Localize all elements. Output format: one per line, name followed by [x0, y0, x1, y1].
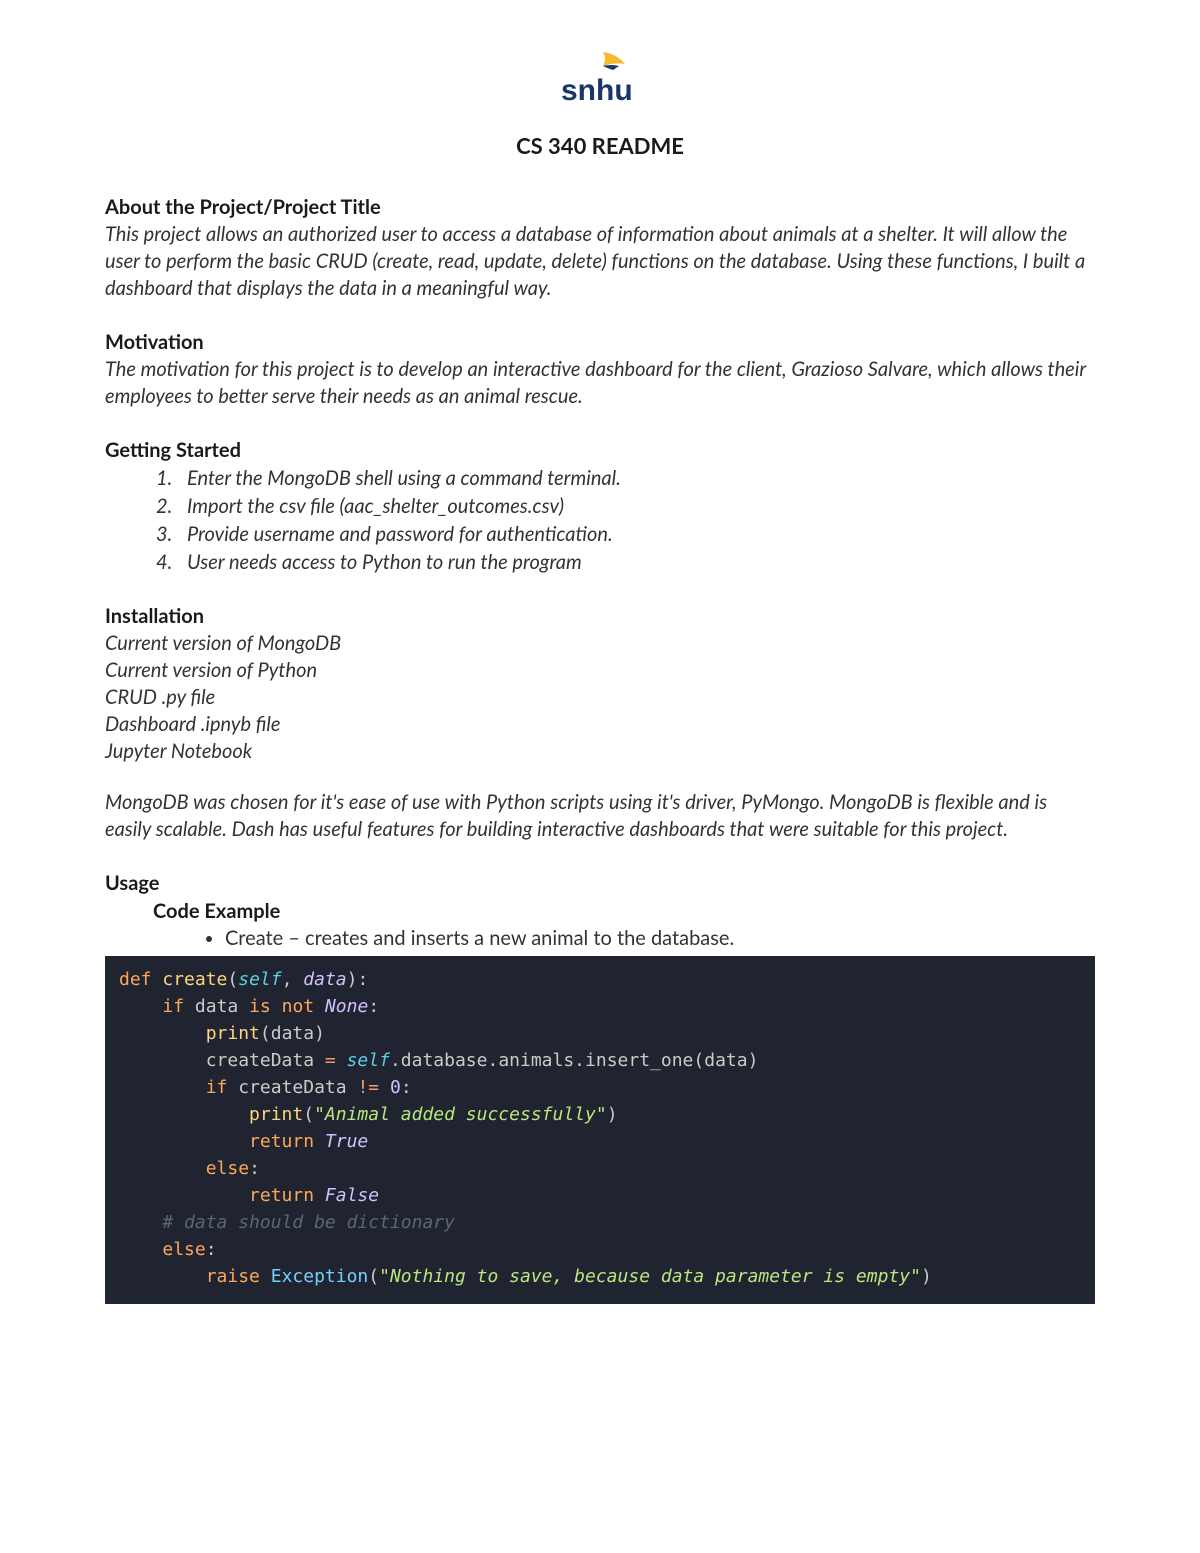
- code-token: is not: [249, 996, 314, 1017]
- code-token: Exception: [260, 1266, 368, 1287]
- code-token: data: [195, 996, 238, 1017]
- svg-text:snhu: snhu: [561, 74, 633, 107]
- motivation-heading: Motivation: [105, 330, 1095, 354]
- usage-bullets: Create – creates and inserts a new anima…: [105, 925, 1095, 952]
- code-token: self: [238, 969, 281, 990]
- list-item: Provide username and password for authen…: [177, 520, 1095, 548]
- code-token: if: [206, 1077, 228, 1098]
- list-item: Jupyter Notebook: [105, 738, 1095, 765]
- code-token: ): [748, 1050, 759, 1071]
- installation-heading: Installation: [105, 604, 1095, 628]
- code-token: .database.animals.insert_one(: [390, 1050, 704, 1071]
- code-token: else: [206, 1158, 249, 1179]
- code-token: !=: [357, 1077, 379, 1098]
- code-token: def: [119, 969, 152, 990]
- list-item: Current version of MongoDB: [105, 630, 1095, 657]
- list-item: CRUD .py file: [105, 684, 1095, 711]
- code-token: raise: [206, 1266, 260, 1287]
- usage-heading: Usage: [105, 871, 1095, 895]
- code-token: ): [921, 1266, 932, 1287]
- code-token: self: [347, 1050, 390, 1071]
- code-token: 0: [390, 1077, 401, 1098]
- about-heading: About the Project/Project Title: [105, 195, 1095, 219]
- code-token: (: [368, 1266, 379, 1287]
- code-token: data: [271, 1023, 314, 1044]
- code-token: data: [704, 1050, 747, 1071]
- code-token: ): [607, 1104, 618, 1125]
- list-item: Import the csv file (aac_shelter_outcome…: [177, 492, 1095, 520]
- code-token: (: [303, 1104, 314, 1125]
- code-token: "Animal added successfully": [314, 1104, 607, 1125]
- code-token: createData: [227, 1077, 357, 1098]
- getting-started-heading: Getting Started: [105, 438, 1095, 462]
- code-token: ): [314, 1023, 325, 1044]
- code-token: else: [162, 1239, 205, 1260]
- code-token: (: [260, 1023, 271, 1044]
- code-token: # data should be dictionary: [162, 1212, 455, 1233]
- code-token: [379, 1077, 390, 1098]
- motivation-body: The motivation for this project is to de…: [105, 356, 1095, 410]
- installation-note: MongoDB was chosen for it's ease of use …: [105, 789, 1095, 843]
- list-item: User needs access to Python to run the p…: [177, 548, 1095, 576]
- snhu-logo: snhu: [555, 50, 645, 114]
- code-token: False: [314, 1185, 379, 1206]
- code-example-heading: Code Example: [153, 899, 1095, 923]
- code-token: ,: [282, 969, 304, 990]
- code-token: True: [314, 1131, 368, 1152]
- code-token: "Nothing to save, because data parameter…: [379, 1266, 921, 1287]
- code-token: if: [162, 996, 184, 1017]
- list-item: Create – creates and inserts a new anima…: [225, 925, 1095, 952]
- list-item: Current version of Python: [105, 657, 1095, 684]
- list-item: Enter the MongoDB shell using a command …: [177, 464, 1095, 492]
- code-token: :: [206, 1239, 217, 1260]
- code-token: create: [162, 969, 227, 990]
- list-item: Dashboard .ipnyb file: [105, 711, 1095, 738]
- document-title: CS 340 README: [105, 132, 1095, 159]
- code-token: (: [227, 969, 238, 990]
- code-token: None: [325, 996, 368, 1017]
- code-token: return: [249, 1131, 314, 1152]
- code-token: ):: [347, 969, 369, 990]
- getting-started-steps: Enter the MongoDB shell using a command …: [105, 464, 1095, 576]
- code-token: :: [401, 1077, 412, 1098]
- code-token: =: [314, 1050, 347, 1071]
- code-token: print: [206, 1023, 260, 1044]
- code-token: createData: [206, 1050, 314, 1071]
- code-block-create: def create(self, data): if data is not N…: [105, 956, 1095, 1304]
- code-token: print: [249, 1104, 303, 1125]
- code-token: :: [368, 996, 379, 1017]
- logo-container: snhu: [105, 50, 1095, 114]
- code-token: :: [249, 1158, 260, 1179]
- installation-list: Current version of MongoDB Current versi…: [105, 630, 1095, 765]
- code-token: data: [303, 969, 346, 990]
- code-token: return: [249, 1185, 314, 1206]
- about-body: This project allows an authorized user t…: [105, 221, 1095, 302]
